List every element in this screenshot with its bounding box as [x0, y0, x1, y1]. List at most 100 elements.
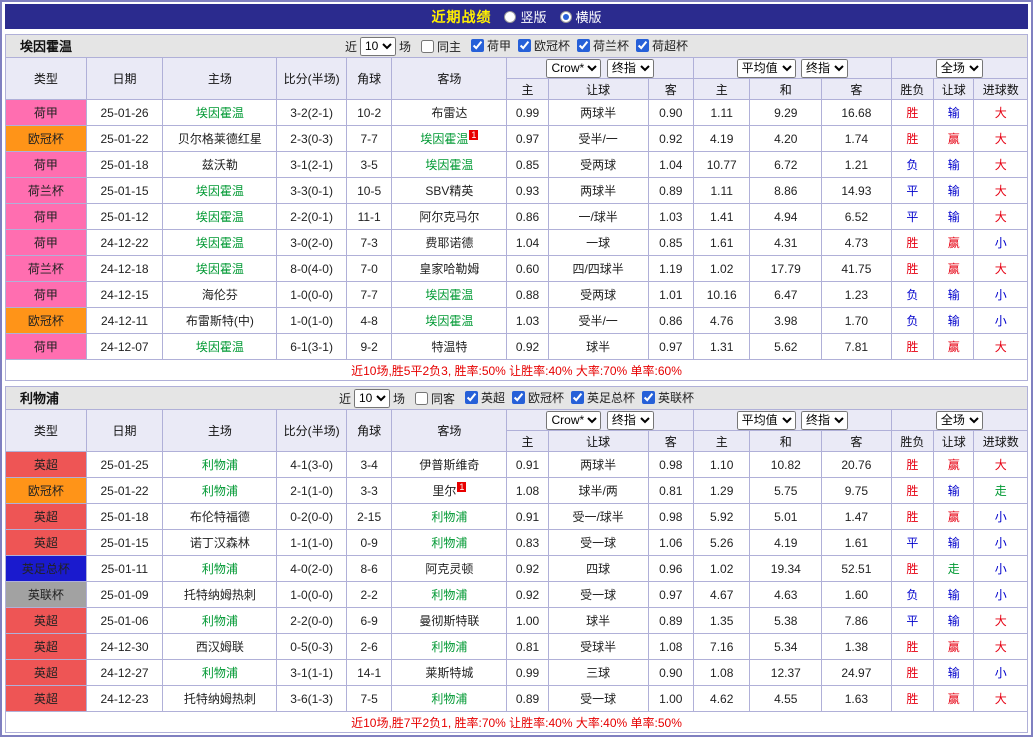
score-cell[interactable]: 0-5(0-3)	[277, 634, 347, 660]
home-team-cell[interactable]: 利物浦	[163, 660, 277, 686]
home-team-cell[interactable]: 埃因霍温	[163, 178, 277, 204]
away-team-cell[interactable]: 埃因霍温	[392, 282, 507, 308]
average-select[interactable]: 平均值	[737, 59, 796, 78]
score-cell[interactable]: 6-1(3-1)	[277, 334, 347, 360]
team-link[interactable]: 埃因霍温	[196, 184, 244, 198]
team-link[interactable]: 埃因霍温	[196, 106, 244, 120]
away-team-cell[interactable]: 阿尔克马尔	[392, 204, 507, 230]
team-link[interactable]: 布雷斯特(中)	[186, 314, 254, 328]
home-team-cell[interactable]: 托特纳姆热刺	[163, 686, 277, 712]
score-cell[interactable]: 2-3(0-3)	[277, 126, 347, 152]
team-link[interactable]: 伊普斯维奇	[419, 458, 479, 472]
league-filter-checkbox[interactable]	[636, 39, 649, 52]
same-venue-checkbox[interactable]: 同主	[421, 38, 461, 55]
score-cell[interactable]: 2-2(0-1)	[277, 204, 347, 230]
home-team-cell[interactable]: 埃因霍温	[163, 204, 277, 230]
team-link[interactable]: 里尔	[432, 484, 456, 498]
team-link[interactable]: 埃因霍温	[196, 262, 244, 276]
score-cell[interactable]: 1-0(1-0)	[277, 308, 347, 334]
league-filter-checkbox[interactable]	[642, 391, 655, 404]
team-link[interactable]: 埃因霍温	[196, 210, 244, 224]
team-link[interactable]: 利物浦	[431, 510, 467, 524]
team-link[interactable]: 托特纳姆热刺	[184, 588, 256, 602]
score-cell[interactable]: 3-3(0-1)	[277, 178, 347, 204]
league-filter-荷超杯[interactable]: 荷超杯	[636, 37, 688, 54]
score-cell[interactable]: 8-0(4-0)	[277, 256, 347, 282]
score-cell[interactable]: 3-6(1-3)	[277, 686, 347, 712]
home-team-cell[interactable]: 埃因霍温	[163, 256, 277, 282]
score-cell[interactable]: 0-2(0-0)	[277, 504, 347, 530]
team-link[interactable]: 阿克灵顿	[425, 562, 473, 576]
team-link[interactable]: SBV精英	[425, 184, 473, 198]
away-team-cell[interactable]: 利物浦	[392, 504, 507, 530]
team-link[interactable]: 布伦特福德	[190, 510, 250, 524]
away-team-cell[interactable]: SBV精英	[392, 178, 507, 204]
team-link[interactable]: 托特纳姆热刺	[184, 692, 256, 706]
match-count-select[interactable]: 10	[360, 37, 396, 56]
bookmaker-select[interactable]: Crow*	[546, 411, 601, 430]
team-link[interactable]: 莱斯特城	[425, 666, 473, 680]
away-team-cell[interactable]: 布雷达	[392, 100, 507, 126]
away-team-cell[interactable]: 阿克灵顿	[392, 556, 507, 582]
score-cell[interactable]: 4-0(2-0)	[277, 556, 347, 582]
team-link[interactable]: 利物浦	[202, 484, 238, 498]
team-link[interactable]: 诺丁汉森林	[190, 536, 250, 550]
home-team-cell[interactable]: 埃因霍温	[163, 100, 277, 126]
score-cell[interactable]: 2-2(0-0)	[277, 608, 347, 634]
home-team-cell[interactable]: 贝尔格莱德红星	[163, 126, 277, 152]
team-link[interactable]: 海伦芬	[202, 288, 238, 302]
team-link[interactable]: 埃因霍温	[425, 288, 473, 302]
team-link[interactable]: 利物浦	[202, 458, 238, 472]
league-filter-checkbox[interactable]	[571, 391, 584, 404]
home-team-cell[interactable]: 埃因霍温	[163, 230, 277, 256]
league-filter-英超[interactable]: 英超	[465, 389, 505, 406]
team-link[interactable]: 埃因霍温	[420, 132, 468, 146]
scope-select[interactable]: 全场	[936, 411, 983, 430]
home-team-cell[interactable]: 利物浦	[163, 478, 277, 504]
league-filter-checkbox[interactable]	[465, 391, 478, 404]
same-venue-checkbox[interactable]: 同客	[415, 390, 455, 407]
team-link[interactable]: 埃因霍温	[196, 236, 244, 250]
league-filter-欧冠杯[interactable]: 欧冠杯	[512, 389, 564, 406]
layout-option-vertical[interactable]: 竖版	[504, 7, 546, 26]
home-team-cell[interactable]: 兹沃勒	[163, 152, 277, 178]
home-team-cell[interactable]: 布伦特福德	[163, 504, 277, 530]
team-link[interactable]: 阿尔克马尔	[419, 210, 479, 224]
away-team-cell[interactable]: 曼彻斯特联	[392, 608, 507, 634]
home-team-cell[interactable]: 托特纳姆热刺	[163, 582, 277, 608]
score-cell[interactable]: 3-2(2-1)	[277, 100, 347, 126]
league-filter-欧冠杯[interactable]: 欧冠杯	[518, 37, 570, 54]
away-team-cell[interactable]: 埃因霍温	[392, 152, 507, 178]
league-filter-checkbox[interactable]	[518, 39, 531, 52]
league-filter-英足总杯[interactable]: 英足总杯	[571, 389, 635, 406]
away-team-cell[interactable]: 特温特	[392, 334, 507, 360]
league-filter-英联杯[interactable]: 英联杯	[642, 389, 694, 406]
team-link[interactable]: 费耶诺德	[425, 236, 473, 250]
team-link[interactable]: 利物浦	[202, 614, 238, 628]
average-select[interactable]: 平均值	[737, 411, 796, 430]
score-cell[interactable]: 1-0(0-0)	[277, 582, 347, 608]
league-filter-checkbox[interactable]	[512, 391, 525, 404]
score-cell[interactable]: 3-1(2-1)	[277, 152, 347, 178]
home-team-cell[interactable]: 诺丁汉森林	[163, 530, 277, 556]
team-link[interactable]: 西汉姆联	[196, 640, 244, 654]
away-team-cell[interactable]: 莱斯特城	[392, 660, 507, 686]
team-link[interactable]: 曼彻斯特联	[419, 614, 479, 628]
team-link[interactable]: 贝尔格莱德红星	[178, 132, 262, 146]
team-link[interactable]: 特温特	[431, 340, 467, 354]
team-link[interactable]: 利物浦	[431, 692, 467, 706]
home-team-cell[interactable]: 埃因霍温	[163, 334, 277, 360]
league-filter-荷兰杯[interactable]: 荷兰杯	[577, 37, 629, 54]
team-link[interactable]: 利物浦	[431, 536, 467, 550]
team-link[interactable]: 埃因霍温	[196, 340, 244, 354]
score-cell[interactable]: 1-0(0-0)	[277, 282, 347, 308]
league-filter-checkbox[interactable]	[471, 39, 484, 52]
away-team-cell[interactable]: 埃因霍温1	[392, 126, 507, 152]
score-cell[interactable]: 3-1(1-1)	[277, 660, 347, 686]
away-team-cell[interactable]: 里尔1	[392, 478, 507, 504]
team-link[interactable]: 埃因霍温	[425, 314, 473, 328]
league-filter-checkbox[interactable]	[577, 39, 590, 52]
home-team-cell[interactable]: 布雷斯特(中)	[163, 308, 277, 334]
average-stage-select[interactable]: 终指	[801, 411, 848, 430]
home-team-cell[interactable]: 利物浦	[163, 608, 277, 634]
